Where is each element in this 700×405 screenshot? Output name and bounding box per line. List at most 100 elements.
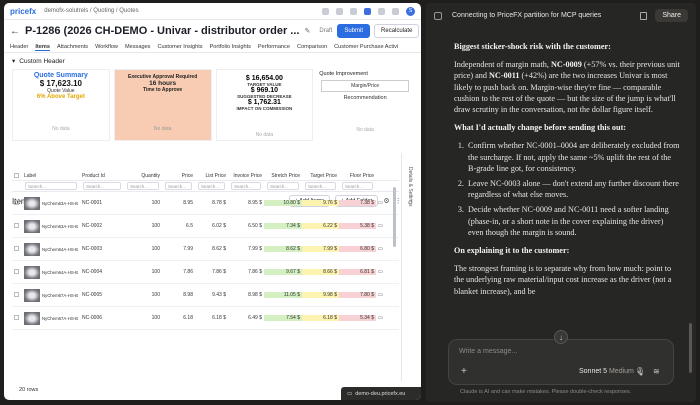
row-comment-icon[interactable]: ▭: [376, 223, 390, 229]
tab-items[interactable]: Items: [35, 44, 50, 51]
cell-price[interactable]: 7.86: [162, 269, 195, 275]
cell-floor[interactable]: 5.38 $: [339, 223, 376, 229]
cell-price[interactable]: 8.95: [162, 200, 195, 206]
cell-target[interactable]: 6.22 $: [302, 223, 339, 229]
column-search-input[interactable]: Search...: [83, 182, 121, 190]
table-row[interactable]: NyChem64A-HS-B NC-0003 100 7.99 8.62 $7.99 $…: [12, 238, 399, 261]
column-header[interactable]: Invoice Price: [228, 173, 264, 179]
cell-inv[interactable]: 8.98 $: [228, 292, 264, 298]
row-comment-icon[interactable]: ▭: [376, 269, 390, 275]
tab-header[interactable]: Header: [10, 44, 28, 50]
column-header[interactable]: List Price: [195, 173, 228, 179]
share-button[interactable]: Share: [655, 9, 688, 22]
table-row[interactable]: NyChem63A-HS-B NC-0001 100 8.95 8.78 $8.95 $…: [12, 192, 399, 215]
table-row[interactable]: NyChem67A-HS-B NC-0006 100 6.18 6.18 $6.49 $…: [12, 307, 399, 330]
cell-floor[interactable]: 7.80 $: [339, 292, 376, 298]
cell-inv[interactable]: 6.49 $: [228, 315, 264, 321]
row-checkbox[interactable]: [12, 199, 22, 207]
cell-pid[interactable]: NC-0006: [80, 315, 124, 321]
cell-pid[interactable]: NC-0004: [80, 269, 124, 275]
plus-icon[interactable]: +: [461, 366, 467, 377]
cell-stretch[interactable]: 8.62 $: [264, 246, 302, 252]
cell-list[interactable]: 8.78 $: [195, 200, 228, 206]
row-checkbox[interactable]: [12, 314, 22, 322]
cell-price[interactable]: 6.5: [162, 223, 195, 229]
row-comment-icon[interactable]: ▭: [376, 292, 390, 298]
cell-target[interactable]: 6.18 $: [302, 315, 339, 321]
column-search-input[interactable]: Search...: [305, 182, 336, 190]
column-search-input[interactable]: Search...: [127, 182, 159, 190]
table-row[interactable]: NyChem67A-HS-B NC-0005 100 8.98 9.43 $8.98 $…: [12, 284, 399, 307]
message-input[interactable]: Write a message...: [459, 348, 517, 355]
cell-stretch[interactable]: 9.67 $: [264, 269, 302, 275]
row-comment-icon[interactable]: ▭: [376, 246, 390, 252]
chat-scrollbar[interactable]: [689, 323, 692, 373]
grid-icon[interactable]: [336, 7, 343, 15]
submit-button[interactable]: Submit: [337, 24, 371, 38]
status-tab[interactable]: ▭ demo-deu.pricefx.eu: [341, 387, 421, 400]
tab-customer-purchase-activi[interactable]: Customer Purchase Activi: [334, 44, 398, 50]
details-settings-panel-toggle[interactable]: Details & Settings: [401, 153, 413, 381]
cell-stretch[interactable]: 10.80 $: [264, 200, 302, 206]
column-header[interactable]: Quantity: [124, 173, 162, 179]
tab-portfolio-insights[interactable]: Portfolio Insights: [210, 44, 251, 50]
custom-header-toggle[interactable]: ▾ Custom Header: [4, 53, 421, 69]
column-header[interactable]: Target Price: [302, 173, 339, 179]
cell-qty[interactable]: 100: [124, 223, 162, 229]
cell-pid[interactable]: NC-0003: [80, 246, 124, 252]
row-comment-icon[interactable]: ▭: [376, 200, 390, 206]
cell-floor[interactable]: 7.38 $: [339, 200, 376, 206]
bell-icon[interactable]: [350, 7, 357, 15]
select-all-checkbox[interactable]: [12, 172, 22, 180]
help-icon[interactable]: [378, 7, 385, 15]
cell-floor[interactable]: 6.81 $: [339, 269, 376, 275]
cell-price[interactable]: 7.99: [162, 246, 195, 252]
voice-mode-icon[interactable]: ≋: [653, 367, 660, 376]
cell-target[interactable]: 7.99 $: [302, 246, 339, 252]
model-selector[interactable]: Sonnet 5 Medium ⌄: [579, 367, 642, 375]
row-checkbox[interactable]: [12, 291, 22, 299]
cell-list[interactable]: 8.62 $: [195, 246, 228, 252]
cell-pid[interactable]: NC-0001: [80, 200, 124, 206]
table-row[interactable]: NyChem64A-HS-B NC-0004 100 7.86 7.86 $7.86 $…: [12, 261, 399, 284]
cell-qty[interactable]: 100: [124, 200, 162, 206]
avatar[interactable]: S: [406, 6, 415, 16]
recalculate-button[interactable]: Recalculate: [374, 24, 420, 38]
conversation-title[interactable]: Connecting to PriceFX partition for MCP …: [452, 12, 601, 19]
edit-icon[interactable]: ✎: [304, 27, 310, 35]
grid-scrollbar[interactable]: [393, 187, 396, 247]
scroll-down-button[interactable]: ↓: [554, 330, 568, 344]
tab-performance[interactable]: Performance: [258, 44, 290, 50]
tab-workflow[interactable]: Workflow: [95, 44, 118, 50]
tab-attachments[interactable]: Attachments: [57, 44, 88, 50]
cell-floor[interactable]: 5.34 $: [339, 315, 376, 321]
cell-list[interactable]: 9.43 $: [195, 292, 228, 298]
cell-target[interactable]: 8.66 $: [302, 269, 339, 275]
cell-inv[interactable]: 6.50 $: [228, 223, 264, 229]
improvement-select[interactable]: Margin/Price: [321, 80, 409, 92]
cell-stretch[interactable]: 7.34 $: [264, 223, 302, 229]
settings-icon[interactable]: [392, 7, 399, 15]
cell-qty[interactable]: 100: [124, 292, 162, 298]
back-arrow-icon[interactable]: ←: [10, 26, 20, 37]
row-comment-icon[interactable]: ▭: [376, 315, 390, 321]
sidebar-toggle-icon[interactable]: [434, 11, 442, 20]
tab-customer-insights[interactable]: Customer Insights: [157, 44, 202, 50]
column-search-input[interactable]: Search...: [342, 182, 373, 190]
cell-list[interactable]: 6.02 $: [195, 223, 228, 229]
row-checkbox[interactable]: [12, 268, 22, 276]
cell-pid[interactable]: NC-0005: [80, 292, 124, 298]
app-icon[interactable]: [364, 7, 371, 15]
column-search-input[interactable]: Search...: [25, 182, 77, 190]
breadcrumb[interactable]: demofx-solutrels / Quoting / Quotes: [44, 8, 138, 14]
column-header[interactable]: Label: [22, 173, 80, 179]
cell-qty[interactable]: 100: [124, 315, 162, 321]
message-composer[interactable]: Write a message... + Sonnet 5 Medium ⌄ 🎙…: [448, 339, 674, 385]
column-search-input[interactable]: Search...: [165, 182, 192, 190]
cell-target[interactable]: 9.98 $: [302, 292, 339, 298]
cell-price[interactable]: 8.98: [162, 292, 195, 298]
cell-inv[interactable]: 7.86 $: [228, 269, 264, 275]
table-row[interactable]: NyChem63A-HS-B NC-0002 100 6.5 6.02 $6.50 $7…: [12, 215, 399, 238]
microphone-icon[interactable]: 🎙: [635, 367, 645, 376]
cell-target[interactable]: 9.76 $: [302, 200, 339, 206]
